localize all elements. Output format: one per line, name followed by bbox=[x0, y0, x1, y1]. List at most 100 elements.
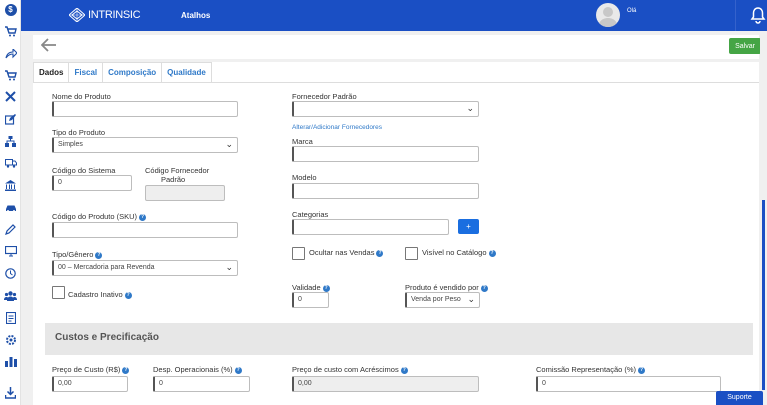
modelo-label: Modelo bbox=[292, 173, 317, 182]
logo-icon bbox=[69, 8, 85, 22]
divider bbox=[735, 0, 736, 31]
nome-produto-label: Nome do Produto bbox=[52, 92, 111, 101]
desp-operacionais-input[interactable]: 0 bbox=[153, 376, 250, 392]
chart-icon[interactable] bbox=[3, 354, 18, 369]
help-icon[interactable]: ? bbox=[95, 251, 103, 259]
categorias-label: Categorias bbox=[292, 210, 329, 219]
help-icon[interactable]: ? bbox=[139, 213, 147, 221]
vendido-por-select[interactable]: Venda por Peso bbox=[405, 292, 480, 308]
sitemap-icon[interactable] bbox=[3, 134, 18, 149]
comissao-input[interactable]: 0 bbox=[536, 376, 721, 392]
save-button[interactable]: Salvar bbox=[729, 38, 761, 54]
brand-logo[interactable]: INTRINSIC bbox=[69, 8, 141, 22]
custos-section-title: Custos e Precificação bbox=[55, 332, 159, 343]
cart-icon[interactable] bbox=[3, 24, 18, 39]
logo-text: INTRINSIC bbox=[88, 9, 141, 21]
help-icon[interactable]: ? bbox=[376, 249, 384, 257]
car-icon[interactable] bbox=[3, 200, 18, 215]
ocultar-vendas-label-text: Ocultar nas Vendas bbox=[309, 248, 375, 257]
tab-qualidade[interactable]: Qualidade bbox=[161, 62, 212, 82]
action-bar: Salvar bbox=[33, 35, 761, 59]
desp-operacionais-label: Desp. Operacionais (%)? bbox=[153, 365, 242, 374]
preco-custo-input[interactable]: 0,00 bbox=[52, 376, 128, 392]
codigo-fornecedor-input bbox=[145, 185, 225, 201]
help-icon[interactable]: ? bbox=[234, 366, 242, 374]
codigo-sku-input[interactable] bbox=[52, 222, 238, 238]
download-icon[interactable] bbox=[3, 385, 18, 400]
share-icon[interactable] bbox=[3, 46, 18, 61]
codigo-sistema-label: Código do Sistema bbox=[52, 166, 116, 175]
preco-acrescimos-label: Preço de custo com Acréscimos? bbox=[292, 365, 408, 374]
tipo-genero-label: Tipo/Gênero? bbox=[52, 250, 103, 259]
tipo-produto-select[interactable]: Simples bbox=[52, 137, 238, 153]
gear-icon[interactable] bbox=[3, 332, 18, 347]
users-icon[interactable] bbox=[3, 288, 18, 303]
desp-operacionais-label-text: Desp. Operacionais (%) bbox=[153, 365, 233, 374]
back-arrow-icon[interactable] bbox=[40, 38, 57, 56]
preco-custo-label: Preço de Custo (R$)? bbox=[52, 365, 130, 374]
monitor-icon[interactable] bbox=[3, 244, 18, 259]
help-icon[interactable]: ? bbox=[124, 291, 132, 299]
bank-icon[interactable] bbox=[3, 178, 18, 193]
codigo-fornecedor-label-line2: Padrão bbox=[161, 175, 186, 184]
tipo-genero-label-text: Tipo/Gênero bbox=[52, 250, 94, 259]
preco-custo-label-text: Preço de Custo (R$) bbox=[52, 365, 121, 374]
cadastro-inativo-label-text: Cadastro Inativo bbox=[68, 290, 123, 299]
bell-icon[interactable] bbox=[750, 6, 766, 24]
ocultar-vendas-label: Ocultar nas Vendas? bbox=[309, 248, 384, 257]
tab-fiscal[interactable]: Fiscal bbox=[68, 62, 104, 82]
tipo-genero-select[interactable]: 00 – Mercadoria para Revenda bbox=[52, 260, 238, 276]
report-icon[interactable] bbox=[3, 310, 18, 325]
help-icon[interactable]: ? bbox=[400, 366, 408, 374]
visivel-catalogo-checkbox[interactable] bbox=[405, 247, 418, 260]
edit-icon[interactable] bbox=[3, 112, 18, 127]
codigo-sistema-input[interactable]: 0 bbox=[52, 175, 132, 191]
comissao-label-text: Comissão Representação (%) bbox=[536, 365, 637, 374]
tab-divider bbox=[33, 82, 759, 83]
help-icon[interactable]: ? bbox=[322, 284, 330, 292]
truck-icon[interactable] bbox=[3, 156, 18, 171]
fornecedor-padrao-select[interactable] bbox=[292, 101, 479, 117]
help-icon[interactable]: ? bbox=[480, 284, 488, 292]
vendido-por-label: Produto é vendido por? bbox=[405, 283, 488, 292]
cart-icon[interactable] bbox=[3, 68, 18, 83]
preco-acrescimos-label-text: Preço de custo com Acréscimos bbox=[292, 365, 399, 374]
scrollbar-thumb[interactable] bbox=[762, 200, 765, 390]
validade-label-text: Validade bbox=[292, 283, 321, 292]
codigo-fornecedor-label-line1: Código Fornecedor bbox=[145, 166, 210, 175]
fornecedor-padrao-label: Fornecedor Padrão bbox=[292, 92, 357, 101]
preco-acrescimos-input: 0,00 bbox=[292, 376, 479, 392]
marca-label: Marca bbox=[292, 137, 313, 146]
help-icon[interactable]: ? bbox=[638, 366, 646, 374]
tab-dados[interactable]: Dados bbox=[33, 62, 70, 82]
nome-produto-input[interactable] bbox=[52, 101, 238, 117]
codigo-sku-label-text: Código do Produto (SKU) bbox=[52, 212, 138, 221]
add-category-button[interactable]: + bbox=[458, 219, 479, 234]
avatar[interactable] bbox=[596, 3, 620, 27]
ocultar-vendas-checkbox[interactable] bbox=[292, 247, 305, 260]
tab-bar: Dados Fiscal Composição Qualidade bbox=[33, 62, 212, 82]
cadastro-inativo-label: Cadastro Inativo? bbox=[68, 290, 132, 299]
support-button[interactable]: Suporte bbox=[716, 391, 763, 405]
codigo-sku-label: Código do Produto (SKU)? bbox=[52, 212, 147, 221]
visivel-catalogo-label-text: Visível no Catálogo bbox=[422, 248, 487, 257]
shortcuts-menu[interactable]: Atalhos bbox=[181, 11, 210, 20]
clock-icon[interactable] bbox=[3, 266, 18, 281]
alterar-fornecedores-link[interactable]: Alterar/Adicionar Fornecedores bbox=[292, 124, 382, 131]
top-bar: INTRINSIC Atalhos Olá bbox=[21, 0, 767, 31]
cadastro-inativo-checkbox[interactable] bbox=[52, 286, 65, 299]
help-icon[interactable]: ? bbox=[488, 249, 496, 257]
tab-composicao[interactable]: Composição bbox=[102, 62, 163, 82]
marca-input[interactable] bbox=[292, 146, 479, 162]
dollar-icon[interactable]: $ bbox=[4, 4, 17, 16]
pen-icon[interactable] bbox=[3, 222, 18, 237]
comissao-label: Comissão Representação (%)? bbox=[536, 365, 646, 374]
tools-icon[interactable] bbox=[3, 89, 18, 104]
validade-input[interactable]: 0 bbox=[292, 292, 329, 308]
vendido-por-label-text: Produto é vendido por bbox=[405, 283, 479, 292]
tipo-produto-label: Tipo do Produto bbox=[52, 128, 106, 137]
help-icon[interactable]: ? bbox=[122, 366, 130, 374]
visivel-catalogo-label: Visível no Catálogo? bbox=[422, 248, 496, 257]
modelo-input[interactable] bbox=[292, 183, 479, 199]
categorias-input[interactable] bbox=[292, 219, 449, 235]
